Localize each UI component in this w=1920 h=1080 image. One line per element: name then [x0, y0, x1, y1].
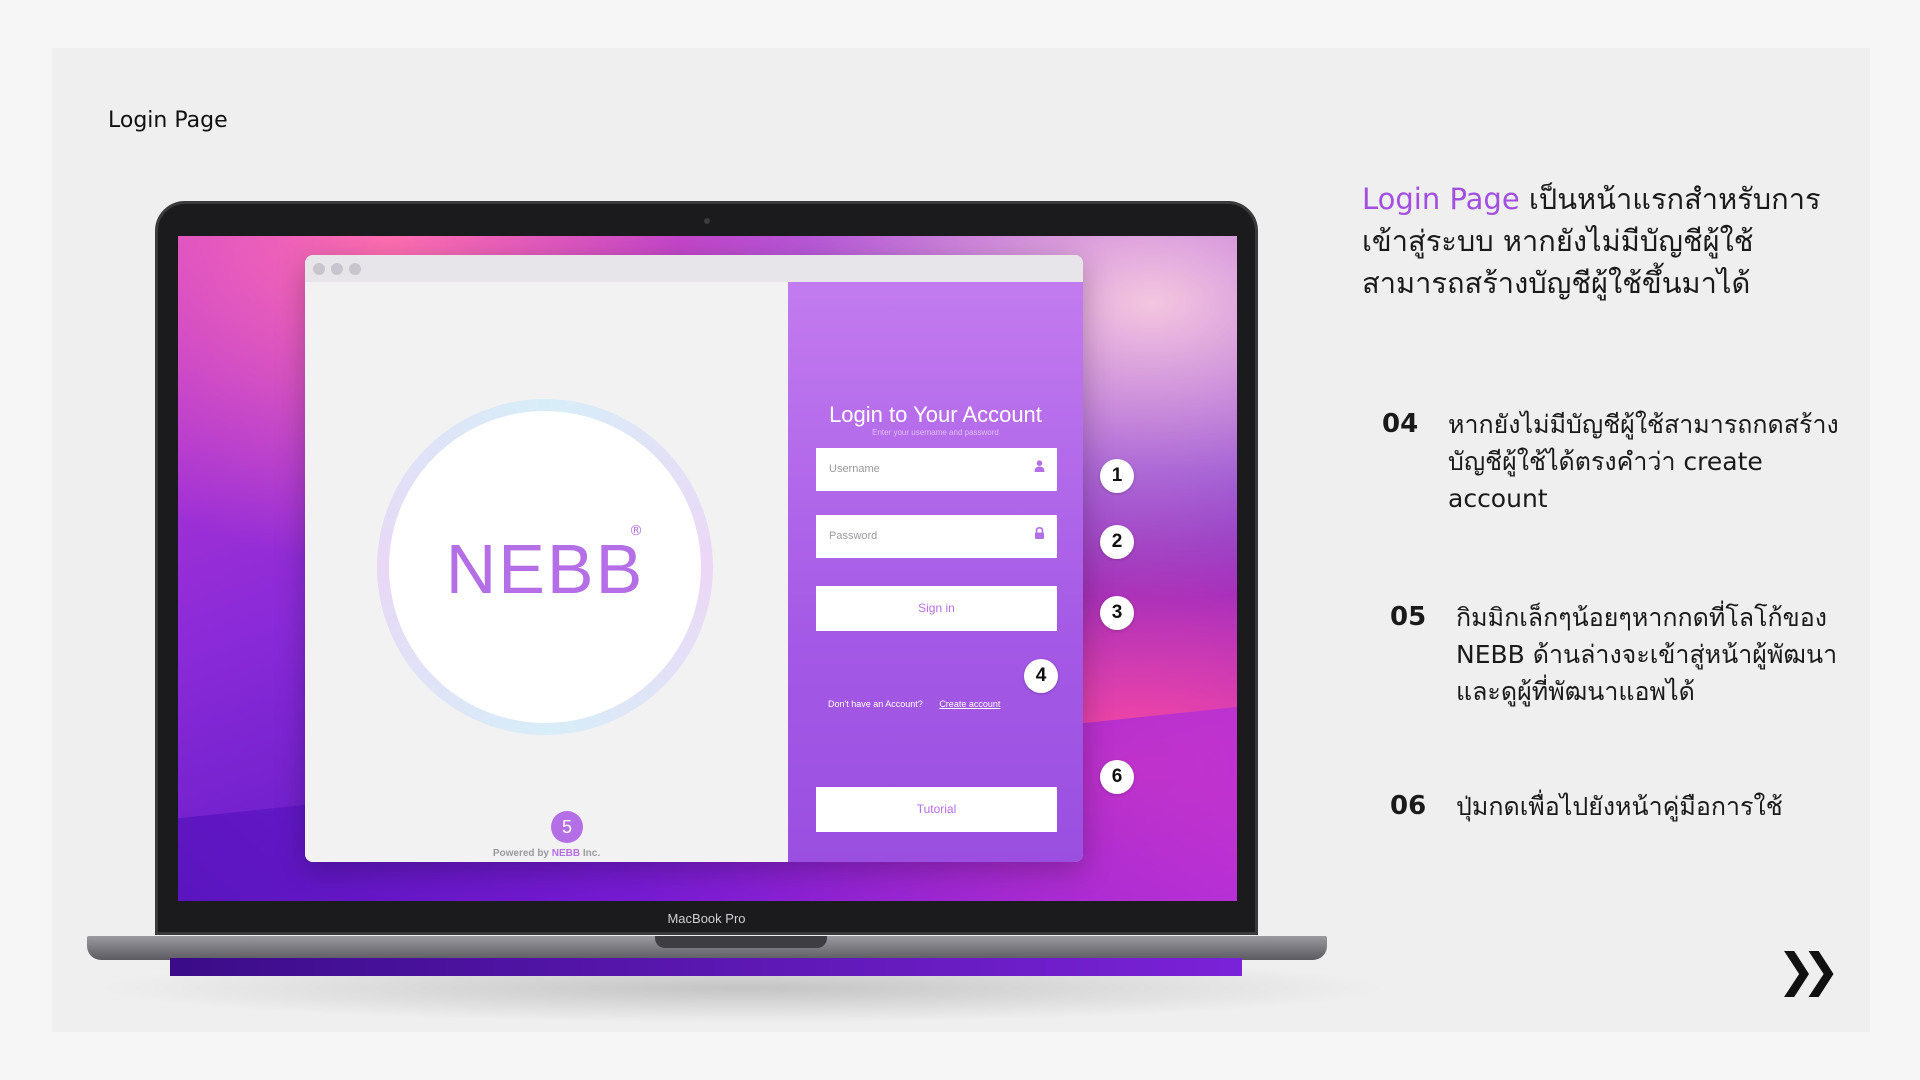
item-text: ปุ่มกดเพื่อไปยังหน้าคู่มือการใช้	[1456, 792, 1783, 821]
lock-icon	[1034, 526, 1045, 543]
item-05: 05 กิมมิกเล็กๆน้อยๆหากกดที่โลโก้ของ NEBB…	[1390, 599, 1860, 714]
laptop-reflection	[170, 958, 1242, 976]
laptop-base	[87, 936, 1327, 960]
password-placeholder: Password	[829, 530, 878, 542]
page-label: Login Page	[108, 108, 228, 133]
username-field[interactable]: Username	[816, 448, 1057, 491]
slide: Login Page NEBB ® 5 Powered by NEBB Inc.…	[52, 48, 1870, 1032]
item-text: กิมมิกเล็กๆน้อยๆหากกดที่โลโก้ของ NEBB ด้…	[1456, 603, 1838, 706]
app-window: NEBB ® 5 Powered by NEBB Inc. Login to Y…	[305, 255, 1083, 862]
user-icon	[1034, 460, 1045, 476]
logo-circle: NEBB ®	[389, 411, 701, 723]
login-subtitle: Enter your username and password	[872, 428, 999, 437]
item-number: 06	[1390, 791, 1427, 821]
callout-badge-3: 3	[1100, 596, 1134, 630]
nebb-logo: NEBB	[445, 530, 645, 608]
logo-ring: NEBB ®	[377, 399, 713, 735]
callout-badge-1: 1	[1100, 459, 1134, 493]
laptop-lid: NEBB ® 5 Powered by NEBB Inc. Login to Y…	[155, 201, 1258, 935]
callout-badge-5: 5	[551, 811, 583, 843]
maximize-window-button[interactable]	[349, 263, 361, 275]
signin-button[interactable]: Sign in	[816, 586, 1057, 631]
login-pane: Login to Your Account Enter your usernam…	[788, 282, 1083, 862]
window-titlebar	[305, 255, 1083, 282]
powered-suffix: Inc.	[582, 848, 601, 859]
callout-badge-4: 4	[1024, 659, 1058, 693]
item-text: หากยังไม่มีบัญชีผู้ใช้สามารถกดสร้างบัญชี…	[1448, 410, 1839, 513]
laptop-model-label: MacBook Pro	[667, 911, 746, 926]
registered-mark: ®	[629, 523, 643, 539]
no-account-text: Don't have an Account?	[828, 699, 923, 709]
callout-badge-2: 2	[1100, 525, 1134, 559]
item-06: 06 ปุ่มกดเพื่อไปยังหน้าคู่มือการใช้	[1390, 788, 1860, 828]
item-04: 04 หากยังไม่มีบัญชีผู้ใช้สามารถกดสร้างบั…	[1382, 406, 1852, 521]
username-placeholder: Username	[829, 463, 880, 475]
login-title: Login to Your Account	[829, 402, 1042, 427]
description-highlight: Login Page	[1362, 182, 1520, 216]
powered-prefix: Powered by	[492, 848, 549, 859]
item-number: 04	[1382, 409, 1419, 439]
logo-pane: NEBB ® 5 Powered by NEBB Inc.	[305, 282, 788, 862]
laptop-notch	[655, 936, 827, 948]
tutorial-button[interactable]: Tutorial	[816, 787, 1057, 832]
close-window-button[interactable]	[313, 263, 325, 275]
next-slide-icon[interactable]: ❯❯	[1777, 943, 1840, 997]
camera-dot	[703, 218, 710, 224]
create-account-link[interactable]: Create account	[939, 699, 1000, 709]
account-row: Don't have an Account? Create account	[828, 699, 1000, 709]
laptop-screen: NEBB ® 5 Powered by NEBB Inc. Login to Y…	[178, 236, 1237, 901]
item-number: 05	[1390, 602, 1427, 632]
powered-brand: NEBB	[551, 848, 581, 859]
password-field[interactable]: Password	[816, 515, 1057, 558]
slide-description: Login Page เป็นหน้าแรกสำหรับการเข้าสู่ระ…	[1362, 178, 1832, 304]
minimize-window-button[interactable]	[331, 263, 343, 275]
callout-badge-6: 6	[1100, 760, 1134, 794]
powered-by-link[interactable]: Powered by NEBB Inc.	[305, 848, 788, 859]
